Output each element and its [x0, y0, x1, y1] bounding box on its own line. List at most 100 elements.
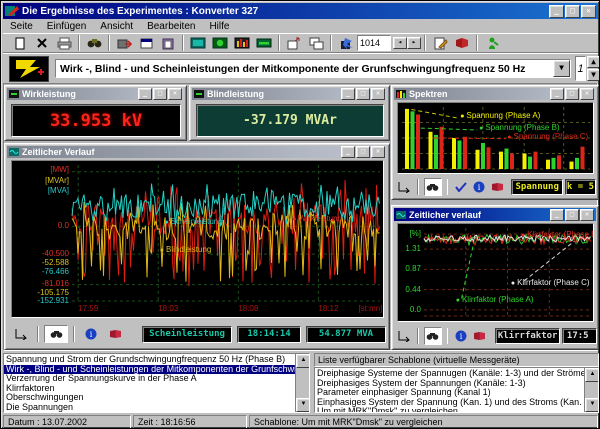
status-time: Zeit : 18:16:56 — [133, 415, 247, 429]
display-bars-icon[interactable] — [231, 35, 253, 52]
info-icon[interactable]: i — [471, 179, 487, 195]
menu-item[interactable]: Bearbeiten — [140, 20, 202, 34]
chart-label: -81.016 — [42, 280, 69, 288]
check-icon[interactable] — [453, 179, 469, 195]
maximize-icon[interactable]: □ — [565, 88, 579, 100]
wirkleistung-value-display: 33.953 kV — [11, 104, 181, 137]
verlauf-main-titlebar[interactable]: Zeitlicher Verlauf _ □ ✕ — [7, 146, 387, 158]
page-number-input[interactable] — [357, 35, 391, 51]
menu-item[interactable]: Seite — [3, 20, 40, 34]
exit-icon[interactable] — [481, 35, 503, 52]
help-book-icon[interactable] — [451, 35, 473, 52]
copy-window-icon[interactable] — [135, 35, 157, 52]
blindleistung-title: Blindleistung — [207, 89, 338, 99]
export-icon[interactable] — [113, 35, 135, 52]
binoculars-icon[interactable] — [83, 35, 105, 52]
scroll-down-icon[interactable]: ▼ — [296, 398, 310, 412]
minimize-icon[interactable]: _ — [550, 88, 564, 100]
close-icon[interactable]: ✕ — [580, 209, 594, 221]
status-date: Datum : 13.07.2002 — [3, 415, 131, 429]
minimize-icon[interactable]: _ — [138, 88, 152, 100]
binoculars-icon[interactable] — [44, 325, 68, 343]
axes-icon[interactable] — [396, 179, 412, 195]
close-button[interactable]: ✕ — [581, 5, 596, 18]
scroll-up-icon[interactable]: ▲ — [585, 368, 599, 382]
maximize-icon[interactable]: □ — [356, 88, 370, 100]
new-document-icon[interactable] — [9, 35, 31, 52]
chart-label: -52.588 — [42, 259, 69, 267]
info-icon[interactable]: i — [453, 328, 469, 344]
menu-item[interactable]: Hilfe — [202, 20, 236, 34]
close-icon[interactable]: ✕ — [580, 88, 594, 100]
combobox-value: Wirk -, Blind - und Scheinleistungen der… — [56, 63, 553, 75]
axes-icon[interactable] — [10, 326, 32, 342]
chart-label: 0.87 — [405, 265, 421, 273]
annotation-marker-icon: ● — [292, 216, 296, 224]
title-bar[interactable]: Die Ergebnisse des Experimentes : Konver… — [3, 3, 598, 19]
axes-icon[interactable] — [396, 328, 412, 344]
menu-item[interactable]: Einfügen — [40, 20, 93, 34]
wirkleistung-title: Wirkleistung — [22, 89, 135, 99]
chart-label: 18:08 — [238, 305, 258, 313]
notes-icon[interactable] — [429, 35, 451, 52]
brand-logo — [9, 56, 49, 82]
result-page-combobox[interactable]: Wirk -, Blind - und Scheinleistungen der… — [55, 59, 571, 78]
list-item[interactable]: Die Spannungen — [4, 403, 295, 413]
menu-item[interactable]: Ansicht — [93, 20, 140, 34]
display-teal-icon[interactable] — [187, 35, 209, 52]
maximize-button[interactable]: □ — [565, 5, 580, 18]
wave-icon — [396, 211, 406, 219]
maximize-icon[interactable]: □ — [565, 209, 579, 221]
minimize-icon[interactable]: _ — [550, 209, 564, 221]
wirkleistung-titlebar[interactable]: Wirkleistung _ □ ✕ — [7, 88, 184, 100]
binoculars-icon[interactable] — [424, 178, 442, 196]
svg-text:i: i — [90, 330, 93, 339]
combobox-dropdown-button[interactable]: ▼ — [553, 60, 570, 77]
cascade-windows-icon[interactable] — [305, 35, 327, 52]
left-list-scrollbar[interactable]: ▲ ▼ — [295, 354, 309, 412]
template-item[interactable]: Um mit MRK"Dmsk" zu vergleichen — [315, 407, 584, 413]
svg-text:i: i — [478, 183, 481, 192]
spektren-titlebar[interactable]: Spektren _ □ ✕ — [394, 88, 596, 100]
close-icon[interactable]: ✕ — [371, 88, 385, 100]
right-list-scrollbar[interactable]: ▲ ▼ — [584, 368, 598, 412]
page-next-button[interactable]: ▸ — [407, 37, 421, 49]
help-book-icon[interactable] — [489, 179, 505, 195]
maximize-icon[interactable]: □ — [356, 146, 370, 158]
mdi-area: Wirkleistung _ □ ✕ 33.953 kV Blindleistu… — [3, 83, 598, 351]
menu-bar: SeiteEinfügenAnsichtBearbeitenHilfe — [3, 20, 598, 33]
page-prev-button[interactable]: ◂ — [393, 37, 407, 49]
page-down-button[interactable]: ▼ — [587, 69, 600, 81]
minimize-button[interactable]: _ — [549, 5, 564, 18]
goto-page-icon[interactable] — [335, 35, 357, 52]
display-led-icon[interactable] — [253, 35, 275, 52]
display-green-icon[interactable] — [209, 35, 231, 52]
scroll-up-icon[interactable]: ▲ — [296, 354, 310, 368]
page-index-field[interactable]: 1 — [575, 56, 586, 81]
annotation-marker-icon: ● — [460, 113, 464, 121]
delete-icon[interactable] — [31, 35, 53, 52]
maximize-icon[interactable]: □ — [153, 88, 167, 100]
verlauf-klirr-quantity-led: Klirrfaktor — [495, 328, 560, 344]
help-book-icon[interactable] — [471, 328, 487, 344]
annotation-marker-icon: ● — [507, 134, 511, 142]
help-book-icon[interactable] — [104, 326, 126, 342]
binoculars-icon[interactable] — [424, 327, 442, 345]
chart-label: [%] — [409, 230, 421, 238]
detach-window-icon[interactable] — [283, 35, 305, 52]
annotation-marker-icon: ● — [511, 280, 515, 288]
page-up-button[interactable]: ▲ — [587, 56, 600, 68]
chart-label: 17:59 — [78, 305, 98, 313]
close-icon[interactable]: ✕ — [168, 88, 182, 100]
print-icon[interactable] — [53, 35, 75, 52]
minimize-icon[interactable]: _ — [341, 88, 355, 100]
info-icon[interactable]: i — [80, 326, 102, 342]
close-icon[interactable]: ✕ — [371, 146, 385, 158]
scroll-down-icon[interactable]: ▼ — [585, 398, 599, 412]
chart-label: 18:12 — [318, 305, 338, 313]
verlauf-klirr-titlebar[interactable]: Zeitlicher verlauf _ □ ✕ — [394, 208, 596, 221]
minimize-icon[interactable]: _ — [341, 146, 355, 158]
paste-icon[interactable] — [157, 35, 179, 52]
blindleistung-titlebar[interactable]: Blindleistung _ □ ✕ — [192, 88, 387, 100]
verlauf-klirr-toolbar: i Klirrfaktor 17:5 — [396, 326, 597, 346]
